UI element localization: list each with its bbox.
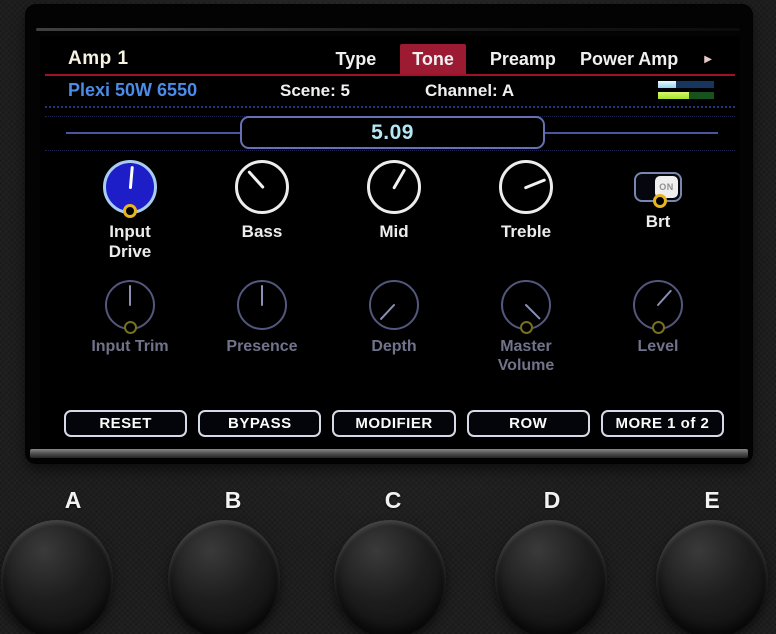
param-input-trim: Input Trim bbox=[64, 280, 196, 376]
knob-row-2: Input Trim Presence Depth Master Vol bbox=[64, 280, 724, 376]
knob-pointer bbox=[524, 178, 546, 189]
param-master-volume: Master Volume bbox=[460, 280, 592, 376]
info-divider bbox=[45, 106, 735, 108]
input-drive-knob[interactable] bbox=[103, 160, 157, 214]
modifier-indicator-icon bbox=[520, 321, 533, 334]
knob-pointer bbox=[247, 170, 265, 189]
knob-row-1: Input Drive Bass Mid Treble bbox=[64, 160, 724, 262]
hw-knob-label-a: A bbox=[60, 487, 86, 514]
tab-preamp[interactable]: Preamp bbox=[490, 44, 556, 74]
meter-bar-bottom bbox=[658, 92, 714, 99]
hw-knob-b[interactable] bbox=[168, 520, 280, 634]
preset-name[interactable]: Plexi 50W 6550 bbox=[68, 80, 197, 101]
modifier-indicator-icon bbox=[123, 204, 137, 218]
modifier-indicator-icon bbox=[653, 194, 667, 208]
knob-label: Level bbox=[619, 338, 697, 357]
knob-pointer bbox=[128, 166, 133, 189]
value-connector-right bbox=[545, 132, 718, 134]
scene-indicator: Scene: 5 bbox=[280, 81, 350, 101]
hw-knob-label-e: E bbox=[699, 487, 725, 514]
param-treble: Treble bbox=[460, 160, 592, 262]
hw-knob-label-b: B bbox=[220, 487, 246, 514]
param-input-drive: Input Drive bbox=[64, 160, 196, 262]
info-bar: Plexi 50W 6550 Scene: 5 Channel: A bbox=[40, 77, 740, 106]
more-button[interactable]: MORE 1 of 2 bbox=[601, 410, 724, 437]
knob-label: Treble bbox=[484, 222, 568, 242]
tab-bar: Type Tone Preamp Power Amp ▶ bbox=[336, 44, 712, 74]
modifier-indicator-icon bbox=[652, 321, 665, 334]
meter-bar-top bbox=[658, 81, 714, 88]
param-mid: Mid bbox=[328, 160, 460, 262]
knob-pointer bbox=[261, 285, 263, 306]
knob-label: Input Drive bbox=[88, 222, 172, 262]
level-meters bbox=[658, 81, 714, 99]
depth-knob[interactable] bbox=[369, 280, 419, 330]
hw-knob-e[interactable] bbox=[656, 520, 768, 634]
row-button[interactable]: ROW bbox=[467, 410, 590, 437]
header-bar: Amp 1 Type Tone Preamp Power Amp ▶ bbox=[40, 44, 740, 74]
page-title: Amp 1 bbox=[68, 48, 129, 70]
soft-button-row: RESET BYPASS MODIFIER ROW MORE 1 of 2 bbox=[64, 410, 724, 437]
param-depth: Depth bbox=[328, 280, 460, 376]
reset-button[interactable]: RESET bbox=[64, 410, 187, 437]
more-tabs-arrow-icon[interactable]: ▶ bbox=[704, 54, 712, 65]
param-presence: Presence bbox=[196, 280, 328, 376]
tab-tone[interactable]: Tone bbox=[400, 44, 466, 74]
hw-knob-label-d: D bbox=[539, 487, 565, 514]
knob-label: Input Trim bbox=[91, 338, 169, 357]
param-bass: Bass bbox=[196, 160, 328, 262]
input-trim-knob[interactable] bbox=[105, 280, 155, 330]
channel-indicator: Channel: A bbox=[425, 81, 514, 101]
brt-toggle-switch[interactable]: ON bbox=[634, 172, 682, 202]
knob-label: Bass bbox=[220, 222, 304, 242]
bypass-button[interactable]: BYPASS bbox=[198, 410, 321, 437]
knob-label: Depth bbox=[355, 338, 433, 357]
tab-power-amp[interactable]: Power Amp bbox=[580, 44, 678, 74]
master-volume-knob[interactable] bbox=[501, 280, 551, 330]
presence-knob[interactable] bbox=[237, 280, 287, 330]
knob-pointer bbox=[380, 304, 396, 321]
hw-knob-c[interactable] bbox=[334, 520, 446, 634]
bass-knob[interactable] bbox=[235, 160, 289, 214]
bezel-bottom-highlight bbox=[30, 449, 748, 458]
param-level: Level bbox=[592, 280, 724, 376]
parameter-value: 5.09 bbox=[371, 121, 414, 145]
hw-knob-a[interactable] bbox=[1, 520, 113, 634]
knob-label: Presence bbox=[223, 338, 301, 357]
parameter-value-box: 5.09 bbox=[240, 116, 545, 149]
header-divider bbox=[45, 74, 735, 76]
knob-pointer bbox=[657, 289, 673, 306]
tab-type[interactable]: Type bbox=[336, 44, 377, 74]
level-knob[interactable] bbox=[633, 280, 683, 330]
bezel-top-highlight bbox=[36, 28, 740, 31]
mid-knob[interactable] bbox=[367, 160, 421, 214]
lcd-screen: Amp 1 Type Tone Preamp Power Amp ▶ Plexi… bbox=[40, 36, 740, 449]
knob-pointer bbox=[392, 168, 406, 189]
modifier-button[interactable]: MODIFIER bbox=[332, 410, 455, 437]
value-connector-left bbox=[66, 132, 240, 134]
hw-knob-d[interactable] bbox=[495, 520, 607, 634]
knob-label: Master Volume bbox=[487, 338, 565, 376]
modifier-indicator-icon bbox=[124, 321, 137, 334]
value-row-bottom-edge bbox=[45, 150, 735, 151]
knob-label: Mid bbox=[352, 222, 436, 242]
param-brt: ON Brt bbox=[592, 160, 724, 262]
device-front-panel: Amp 1 Type Tone Preamp Power Amp ▶ Plexi… bbox=[0, 0, 776, 634]
switch-label: Brt bbox=[646, 212, 671, 232]
hw-knob-label-c: C bbox=[380, 487, 406, 514]
knob-pointer bbox=[525, 304, 541, 320]
knob-pointer bbox=[129, 285, 131, 306]
treble-knob[interactable] bbox=[499, 160, 553, 214]
